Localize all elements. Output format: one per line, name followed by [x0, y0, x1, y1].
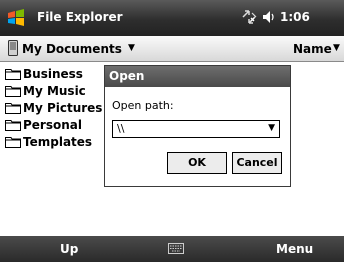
folder-icon: [5, 86, 21, 97]
list-item-personal[interactable]: Personal: [5, 117, 82, 133]
dialog-title: Open: [109, 69, 145, 83]
folder-name: My Pictures: [23, 101, 103, 115]
ok-button[interactable]: OK: [167, 152, 227, 174]
dialog-title-bar: Open: [105, 66, 290, 87]
menu-softkey[interactable]: Menu: [276, 242, 313, 256]
folder-icon: [5, 120, 21, 131]
folder-bar: My Documents ▼ Name ▼: [0, 36, 344, 62]
device-storage-icon: [8, 40, 18, 56]
folder-name: Templates: [23, 135, 93, 149]
folder-name: Personal: [23, 118, 82, 132]
chevron-down-icon[interactable]: ▼: [268, 123, 275, 133]
list-item-templates[interactable]: Templates: [5, 134, 92, 150]
folder-name: Business: [23, 67, 83, 81]
volume-icon[interactable]: [262, 9, 276, 25]
folder-icon: [5, 137, 21, 148]
folder-name: My Music: [23, 84, 86, 98]
folder-icon: [5, 69, 21, 80]
cancel-button[interactable]: Cancel: [232, 152, 282, 174]
windows-logo-icon[interactable]: [6, 7, 28, 29]
open-path-combobox[interactable]: \\ ▼: [112, 120, 280, 138]
title-bar: File Explorer 1:06: [0, 0, 344, 36]
chevron-down-icon[interactable]: ▼: [333, 43, 340, 53]
list-item-my-music[interactable]: My Music: [5, 83, 86, 99]
list-item-business[interactable]: Business: [5, 66, 83, 82]
keyboard-icon[interactable]: [168, 243, 184, 254]
app-title: File Explorer: [37, 10, 123, 24]
open-path-label: Open path:: [112, 99, 174, 112]
chevron-down-icon[interactable]: ▼: [128, 43, 135, 53]
current-folder-dropdown[interactable]: My Documents: [22, 42, 122, 56]
open-path-value[interactable]: \\: [117, 122, 124, 135]
connectivity-icon[interactable]: [240, 8, 258, 26]
list-item-my-pictures[interactable]: My Pictures: [5, 100, 102, 116]
clock-time[interactable]: 1:06: [280, 10, 310, 24]
up-softkey[interactable]: Up: [60, 242, 78, 256]
folder-icon: [5, 103, 21, 114]
open-dialog: Open Open path: \\ ▼ OK Cancel: [104, 65, 291, 187]
soft-key-bar: Up Menu: [0, 236, 344, 262]
sort-by-dropdown[interactable]: Name: [293, 42, 332, 56]
